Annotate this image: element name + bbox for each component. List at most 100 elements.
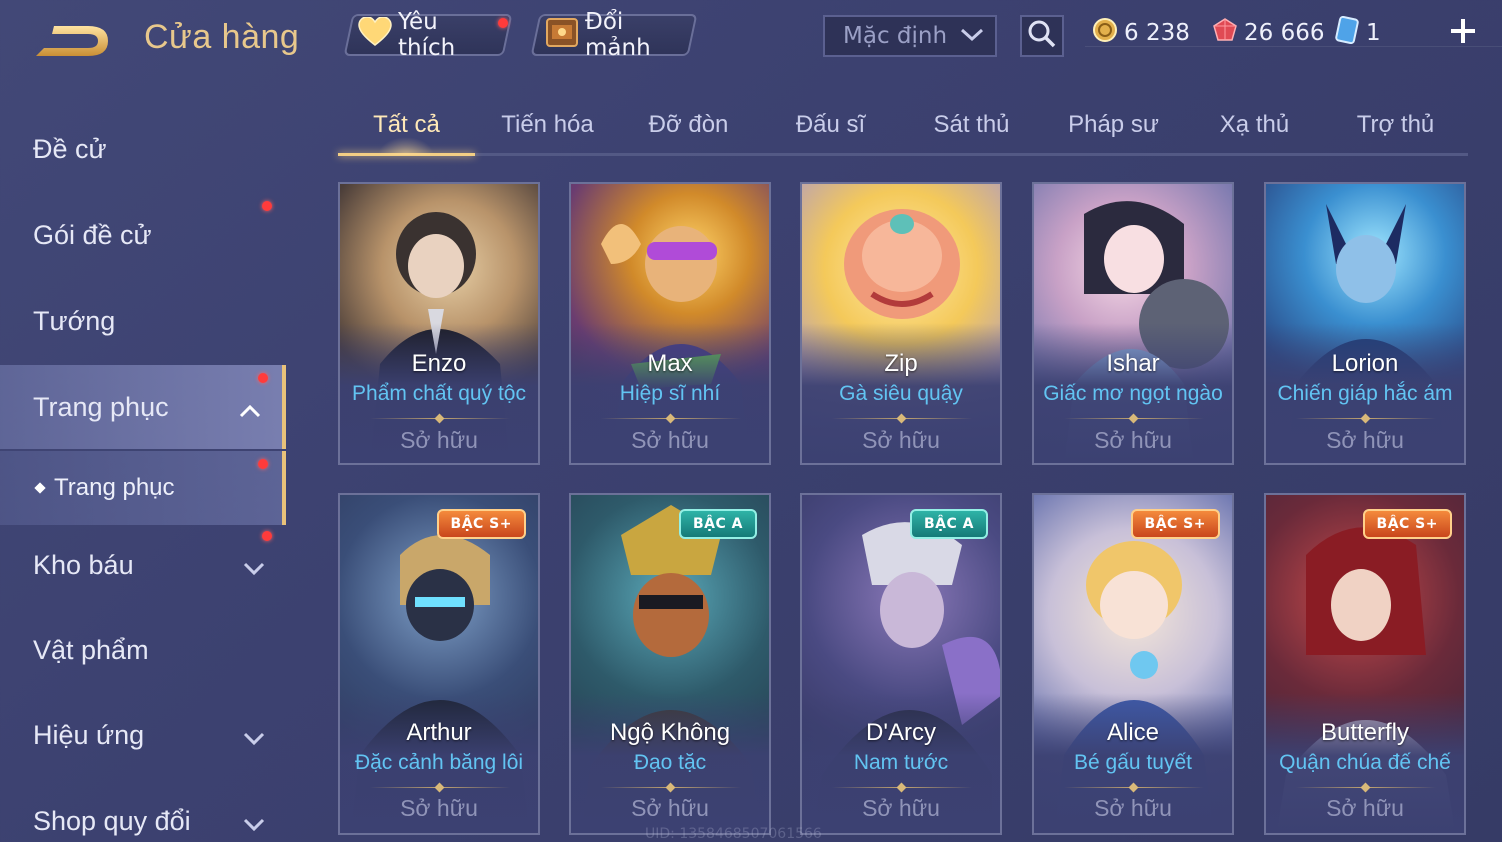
currency-divider — [1085, 46, 1502, 47]
chevron-down-icon — [242, 809, 266, 840]
hero-name: Ishar — [1106, 350, 1160, 377]
back-arrow-icon[interactable] — [30, 18, 114, 64]
gold-currency: 6 238 — [1092, 16, 1190, 50]
sidebar-item-recommended[interactable]: Đề cử — [0, 107, 286, 191]
tier-badge: BẬC A — [679, 509, 757, 539]
treasure-chest-icon — [545, 16, 579, 54]
sidebar-item-label: Đề cử — [33, 133, 107, 164]
tier-badge: BẬC S+ — [436, 509, 526, 539]
owned-status: Sở hữu — [1094, 795, 1172, 821]
gold-coin-icon — [1092, 17, 1118, 49]
tab-tank[interactable]: Đỡ đòn — [621, 96, 756, 154]
category-tabs: Tất cả Tiến hóa Đỡ đòn Đấu sĩ Sát thủ Ph… — [338, 96, 1468, 156]
tab-support[interactable]: Trợ thủ — [1328, 96, 1463, 154]
skin-card[interactable]: Ishar Giấc mơ ngọt ngào Sở hữu — [1032, 182, 1234, 465]
tab-label: Trợ thủ — [1356, 111, 1435, 138]
search-icon — [1027, 19, 1057, 53]
skin-card[interactable]: Zip Gà siêu quậy Sở hữu — [800, 182, 1002, 465]
sidebar-subitem-skins[interactable]: Trang phục — [0, 451, 286, 525]
favorites-button[interactable]: Yêu thích — [343, 9, 513, 61]
skin-name: Đặc cảnh băng lôi — [354, 751, 524, 774]
sidebar-subitem-label: Trang phục — [54, 474, 175, 501]
chevron-down-icon — [242, 723, 266, 754]
sidebar-item-skins[interactable]: Trang phục — [0, 365, 286, 449]
sidebar-item-label: Gói đề cử — [33, 219, 152, 250]
owned-status: Sở hữu — [1094, 427, 1172, 453]
skin-name: Giấc mơ ngọt ngào — [1043, 382, 1223, 405]
tab-label: Sát thủ — [933, 111, 1010, 138]
sort-dropdown[interactable]: Mặc định — [823, 15, 997, 57]
sidebar-item-heroes[interactable]: Tướng — [0, 279, 286, 363]
skin-card[interactable]: Lorion Chiến giáp hắc ám Sở hữu — [1264, 182, 1466, 465]
tab-mage[interactable]: Pháp sư — [1046, 96, 1181, 154]
sidebar-item-label: Shop quy đổi — [33, 805, 191, 836]
heart-icon — [358, 16, 392, 53]
tab-label: Pháp sư — [1068, 111, 1159, 138]
owned-status: Sở hữu — [400, 795, 478, 821]
owned-status: Sở hữu — [1326, 795, 1404, 821]
skin-card[interactable]: Enzo Phẩm chất quý tộc Sở hữu — [338, 182, 540, 465]
sidebar-item-effects[interactable]: Hiệu ứng — [0, 693, 286, 777]
skin-card[interactable]: BẬC S+ Arthur Đặc cảnh băng lôi Sở hữu — [338, 493, 540, 835]
sidebar-item-exchange-shop[interactable]: Shop quy đổi — [0, 779, 286, 842]
sidebar-item-label: Kho báu — [33, 549, 134, 580]
tier-badge: BẬC S+ — [1362, 509, 1452, 539]
sidebar-item-label: Hiệu ứng — [33, 719, 145, 750]
active-tab-glow — [378, 137, 434, 155]
favorites-label: Yêu thích — [398, 9, 456, 61]
skin-card[interactable]: BẬC A D'Arcy Nam tước Sở hữu — [800, 493, 1002, 835]
user-id-watermark: UID: 1358468507061566 — [645, 826, 822, 842]
sort-dropdown-value: Mặc định — [843, 23, 948, 49]
tab-marksman[interactable]: Xạ thủ — [1187, 96, 1322, 154]
shard-exchange-label: Đổi mảnh — [585, 9, 651, 61]
chevron-down-icon — [242, 553, 266, 584]
hero-name: Enzo — [411, 350, 467, 377]
sidebar: Đề cử Gói đề cử Tướng Trang phục Trang p… — [0, 95, 286, 842]
owned-status: Sở hữu — [631, 427, 709, 453]
owned-status: Sở hữu — [862, 795, 940, 821]
card-currency: 1 — [1334, 15, 1381, 50]
hero-name: Zip — [884, 350, 918, 377]
tab-label: Xạ thủ — [1219, 111, 1290, 138]
sidebar-item-label: Vật phẩm — [33, 634, 149, 665]
tier-badge: BẬC S+ — [1130, 509, 1220, 539]
notification-dot — [258, 373, 268, 383]
skin-name: Quận chúa đế chế — [1279, 751, 1451, 774]
sidebar-item-items[interactable]: Vật phẩm — [0, 608, 286, 692]
notification-dot — [262, 531, 272, 541]
sidebar-item-recommended-bundles[interactable]: Gói đề cử — [0, 193, 286, 277]
tab-assassin[interactable]: Sát thủ — [904, 96, 1039, 154]
skin-name: Hiệp sĩ nhí — [619, 382, 721, 405]
tab-fighter[interactable]: Đấu sĩ — [763, 96, 898, 154]
skin-card[interactable]: Max Hiệp sĩ nhí Sở hữu — [569, 182, 771, 465]
owned-status: Sở hữu — [631, 795, 709, 821]
bullet-diamond-icon — [34, 482, 46, 494]
shard-exchange-button[interactable]: Đổi mảnh — [530, 9, 698, 61]
notification-dot — [258, 459, 268, 469]
tab-label: Đấu sĩ — [795, 111, 866, 138]
sidebar-item-treasure[interactable]: Kho báu — [0, 523, 286, 607]
hero-name: Max — [647, 350, 693, 377]
voucher-card-icon — [1334, 15, 1360, 50]
top-bar: Cửa hàng Yêu thích Đổi mảnh Mặc định 6 2… — [0, 0, 1502, 78]
tab-label: Tiến hóa — [501, 111, 594, 138]
notification-dot — [262, 201, 272, 211]
tab-evolution[interactable]: Tiến hóa — [480, 96, 615, 154]
sidebar-item-label: Trang phục — [33, 391, 169, 422]
hero-name: Alice — [1106, 719, 1160, 746]
page-title: Cửa hàng — [144, 18, 300, 56]
skin-card[interactable]: BẬC S+ Butterfly Quận chúa đế chế Sở hữu — [1264, 493, 1466, 835]
skin-card[interactable]: BẬC S+ Alice Bé gấu tuyết Sở hữu — [1032, 493, 1234, 835]
hero-name: Arthur — [406, 719, 472, 746]
skin-name: Nam tước — [853, 751, 949, 774]
skin-card[interactable]: BẬC A Ngộ Không Đạo tặc Sở hữu — [569, 493, 771, 835]
search-button[interactable] — [1020, 15, 1064, 57]
red-gem-icon — [1212, 17, 1238, 49]
tier-badge: BẬC A — [910, 509, 988, 539]
skin-name: Bé gấu tuyết — [1074, 751, 1192, 774]
hero-name: Lorion — [1331, 350, 1399, 377]
gem-currency: 26 666 — [1212, 16, 1324, 50]
add-currency-button[interactable] — [1446, 16, 1480, 50]
owned-status: Sở hữu — [400, 427, 478, 453]
skin-name: Chiến giáp hắc ám — [1277, 382, 1453, 405]
